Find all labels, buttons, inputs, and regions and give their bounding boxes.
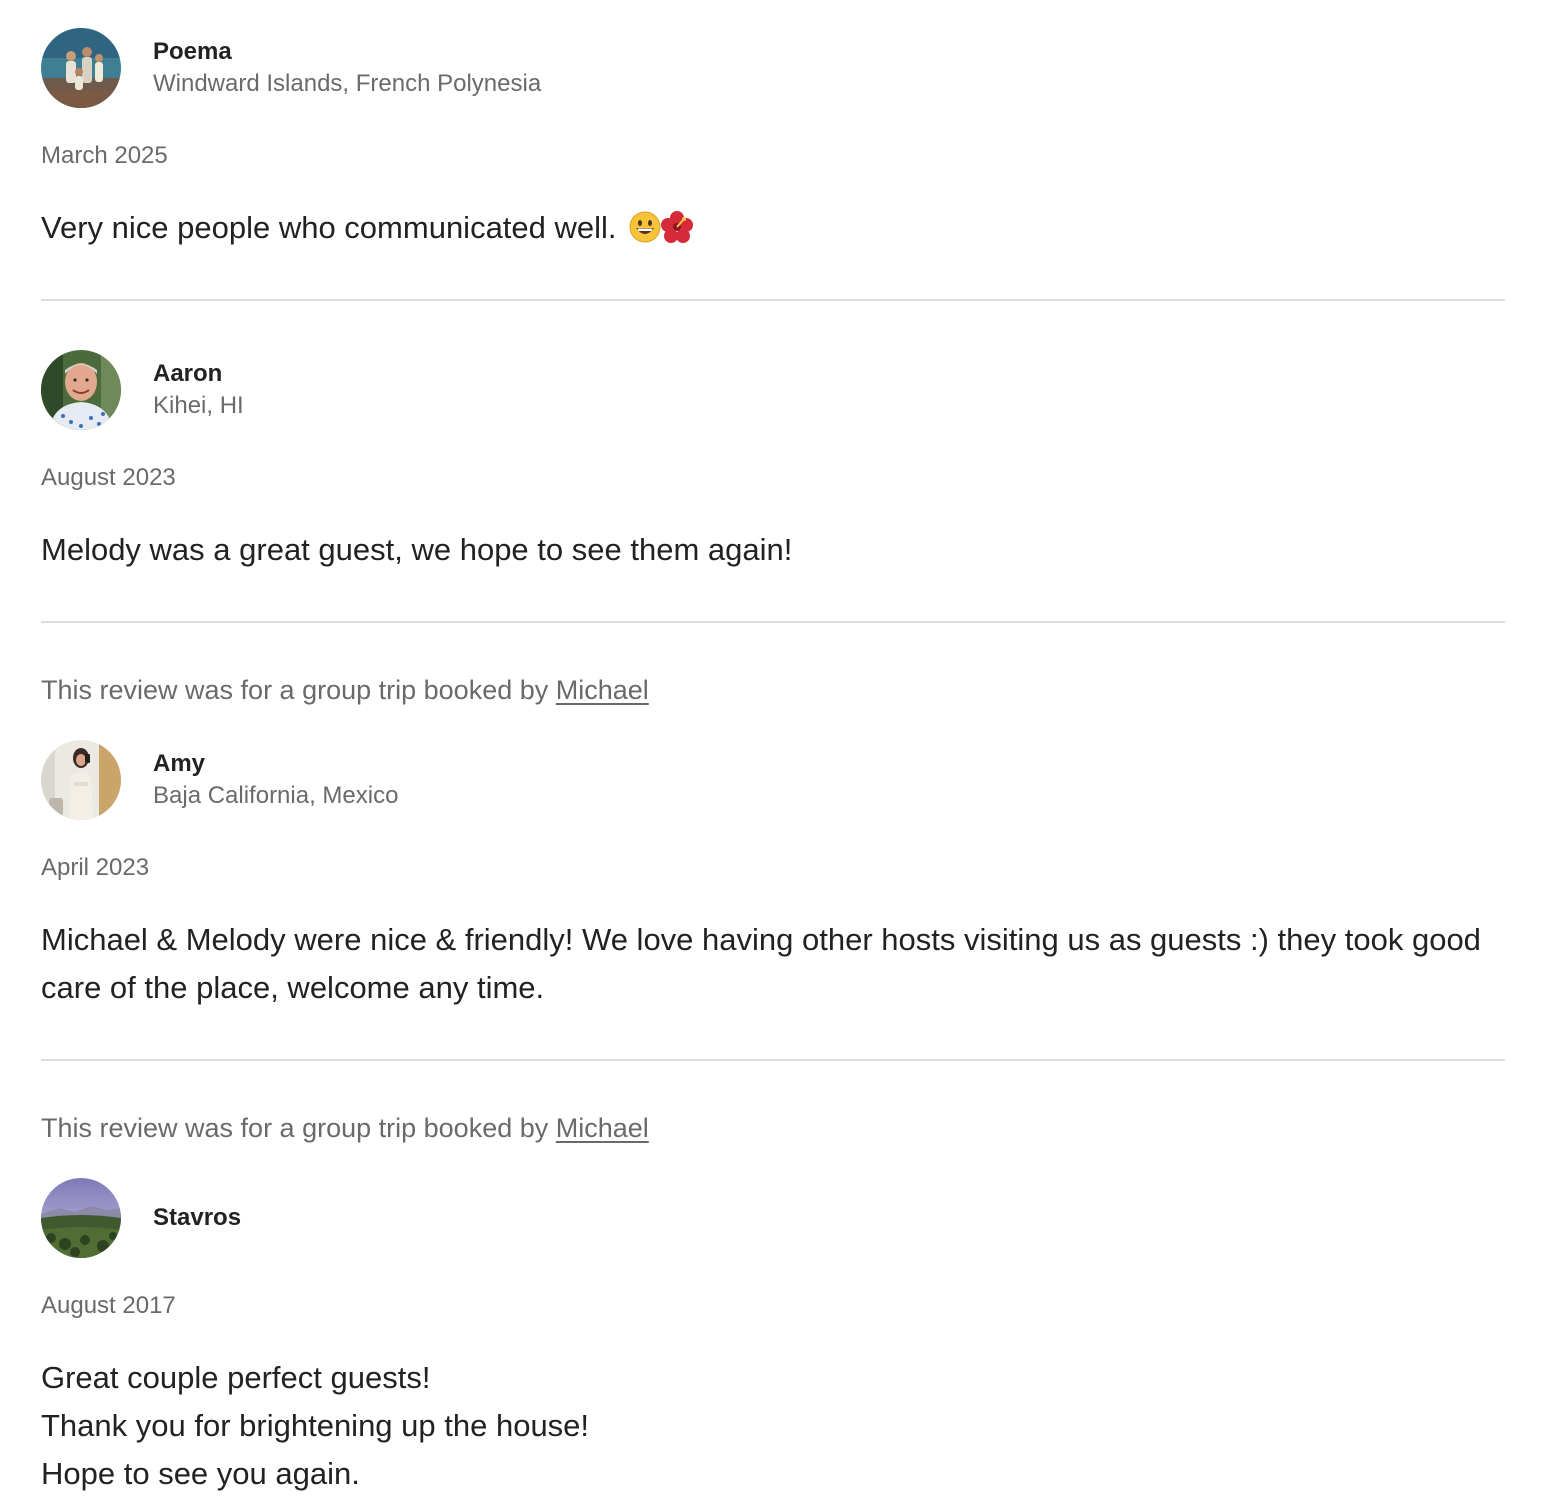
review-text-line: Great couple perfect guests! xyxy=(41,1360,431,1395)
group-trip-booker-link[interactable]: Michael xyxy=(556,1113,649,1143)
reviewer-name[interactable]: Amy xyxy=(153,749,205,779)
woman-mirror-selfie-photo xyxy=(41,740,121,820)
group-trip-note-text: This review was for a group trip booked … xyxy=(41,675,549,705)
reviewer-avatar[interactable] xyxy=(41,740,121,820)
family-beach-photo xyxy=(41,28,121,108)
review-date: March 2025 xyxy=(41,142,168,169)
review-divider xyxy=(41,1059,1505,1061)
landscape-photo xyxy=(41,1178,121,1258)
review-text: Great couple perfect guests! Thank you f… xyxy=(41,1354,1501,1498)
review-text-line: Hope to see you again. xyxy=(41,1456,360,1491)
reviewer-avatar[interactable] xyxy=(41,28,121,108)
review-text: Michael & Melody were nice & friendly! W… xyxy=(41,922,1481,1005)
grinning-face-icon xyxy=(629,211,661,243)
reviewer-location: Baja California, Mexico xyxy=(153,782,399,809)
review-date: August 2017 xyxy=(41,1292,176,1319)
review-text-body: Very nice people who communicated well. xyxy=(41,210,617,245)
review-text: Melody was a great guest, we hope to see… xyxy=(41,532,793,567)
reviewer-avatar[interactable] xyxy=(41,350,121,430)
reviewer-info: Poema Windward Islands, French Polynesia xyxy=(41,28,941,108)
group-trip-note: This review was for a group trip booked … xyxy=(41,1112,649,1144)
reviewer-info: Aaron Kihei, HI xyxy=(41,350,941,430)
reviewer-avatar[interactable] xyxy=(41,1178,121,1258)
group-trip-note-text: This review was for a group trip booked … xyxy=(41,1113,549,1143)
reviewer-location: Windward Islands, French Polynesia xyxy=(153,70,542,97)
man-portrait-photo xyxy=(41,350,121,430)
group-trip-note: This review was for a group trip booked … xyxy=(41,674,649,706)
group-trip-booker-link[interactable]: Michael xyxy=(556,675,649,705)
review-text-line: Thank you for brightening up the house! xyxy=(41,1408,590,1443)
reviews-page: Poema Windward Islands, French Polynesia… xyxy=(0,0,1542,1504)
hibiscus-icon xyxy=(661,210,694,243)
review-divider xyxy=(41,299,1505,301)
reviewer-name[interactable]: Poema xyxy=(153,37,232,67)
reviewer-location: Kihei, HI xyxy=(153,392,244,419)
reviewer-name[interactable]: Aaron xyxy=(153,359,222,389)
review-divider xyxy=(41,621,1505,623)
reviewer-name[interactable]: Stavros xyxy=(153,1203,241,1233)
reviewer-info: Amy Baja California, Mexico xyxy=(41,740,941,820)
review-date: April 2023 xyxy=(41,854,150,881)
review-text: Very nice people who communicated well. xyxy=(41,204,1501,252)
reviewer-info: Stavros xyxy=(41,1178,941,1258)
review-date: August 2023 xyxy=(41,464,176,491)
